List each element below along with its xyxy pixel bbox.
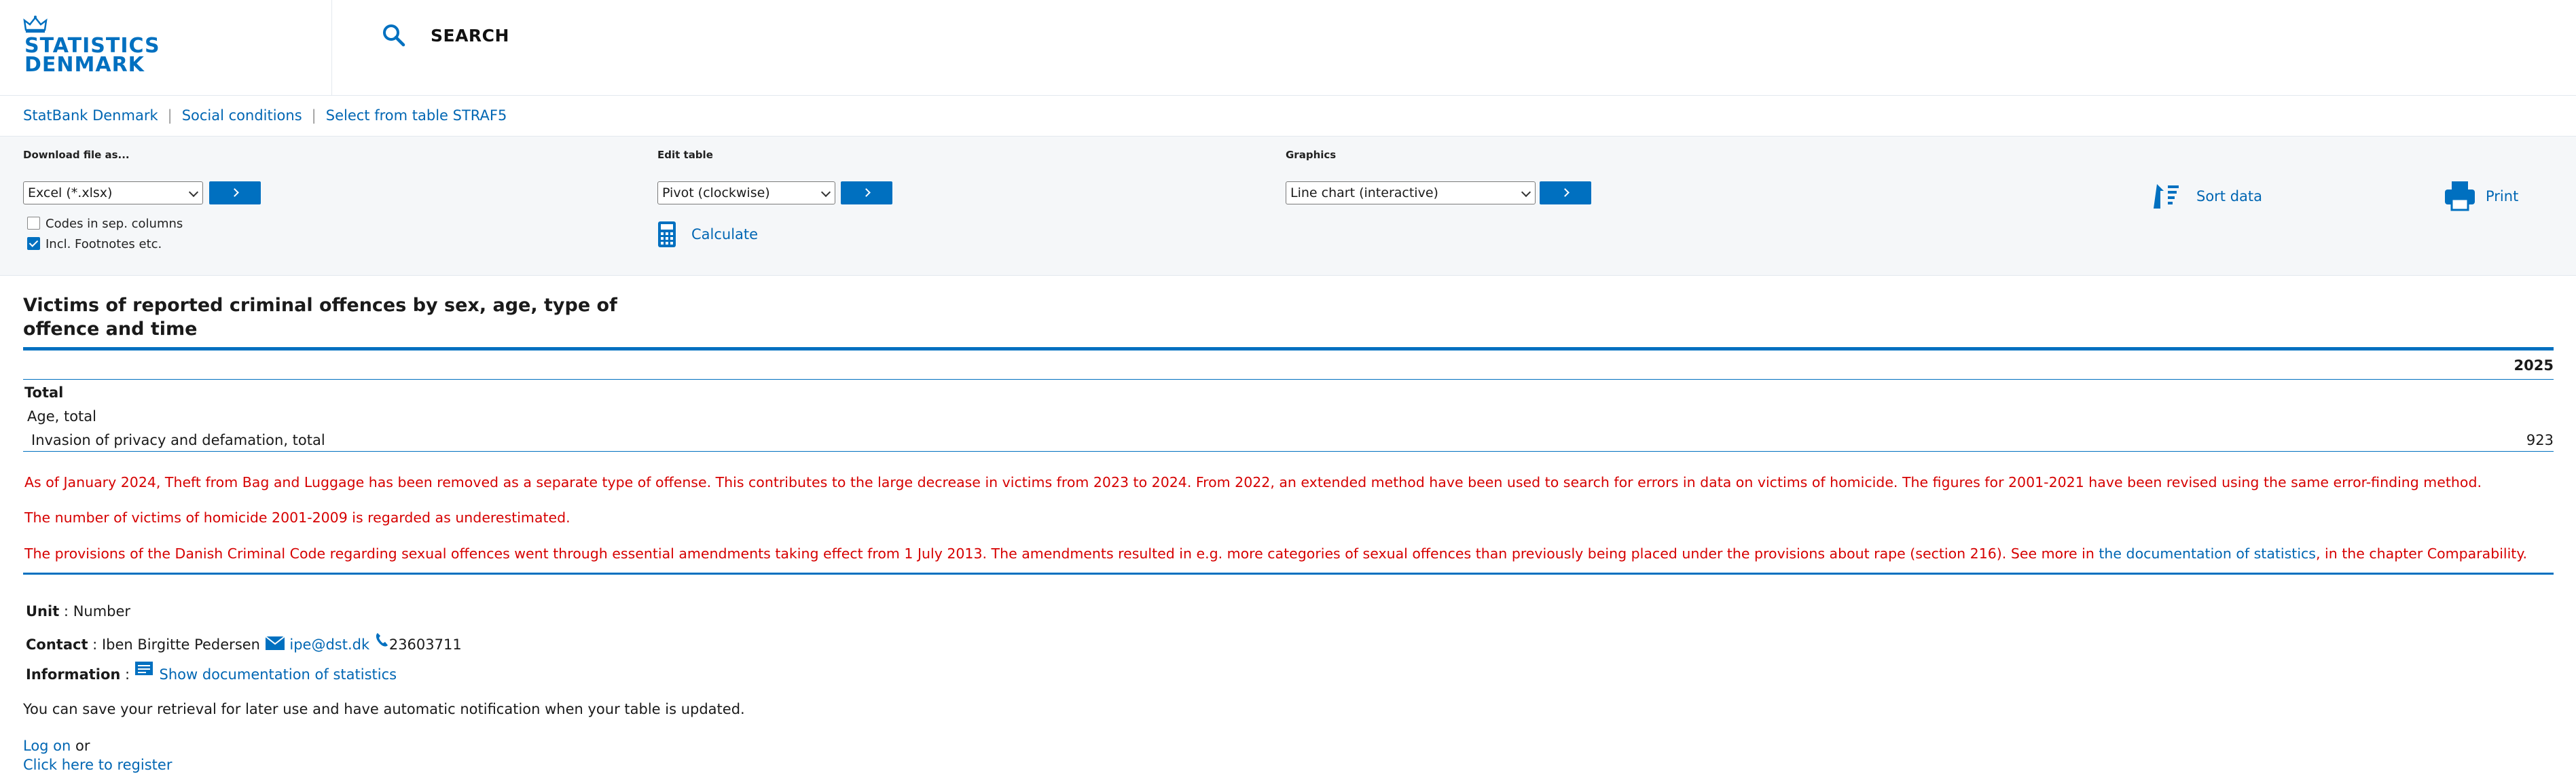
codes-checkbox-box[interactable] [27, 217, 40, 230]
crown-icon [23, 16, 48, 33]
information-label: Information [26, 666, 121, 683]
save-retrieval-text: You can save your retrieval for later us… [23, 701, 745, 717]
search-button[interactable]: SEARCH [431, 26, 509, 46]
contact-line: Contact : Iben Birgitte Pedersen ipe@dst… [26, 632, 462, 653]
row-header-age: Age, total [27, 408, 96, 425]
unit-value: Number [73, 603, 131, 619]
download-format-value: Excel (*.xlsx) [28, 185, 113, 200]
table-toolbar: Download file as... Excel (*.xlsx) Codes… [0, 136, 2576, 276]
chevron-down-icon [188, 187, 199, 198]
footnote-2: The number of victims of homicide 2001-2… [24, 509, 570, 526]
header-divider [331, 0, 332, 95]
table-title: Victims of reported criminal offences by… [23, 295, 617, 340]
breadcrumb: StatBank Denmark | Social conditions | Selec… [23, 107, 507, 124]
register-link[interactable]: Click here to register [23, 757, 172, 773]
breadcrumb-statbank[interactable]: StatBank Denmark [23, 107, 158, 124]
codes-checkbox[interactable]: Codes in sep. columns [27, 217, 183, 231]
edit-table-value: Pivot (clockwise) [662, 185, 770, 200]
footnote-3-tail: , in the chapter Comparability. [2315, 545, 2528, 562]
contact-label: Contact [26, 636, 88, 653]
breadcrumb-select-table[interactable]: Select from table STRAF5 [326, 107, 507, 124]
column-header-year: 2025 [2514, 357, 2554, 374]
phone-icon [376, 633, 388, 647]
chevron-down-icon [1521, 187, 1531, 198]
breadcrumb-separator: | [311, 107, 316, 124]
information-line: Information : Show documentation of stat… [26, 660, 397, 683]
table-cell-value: 923 [2526, 432, 2554, 448]
download-format-select[interactable]: Excel (*.xlsx) [23, 181, 203, 204]
table-top-rule [23, 347, 2554, 350]
documentation-link[interactable]: the documentation of statistics [2099, 545, 2316, 562]
notes-bottom-rule [23, 573, 2554, 575]
show-documentation-link[interactable]: Show documentation of statistics [159, 666, 397, 683]
footnote-3: The provisions of the Danish Criminal Co… [24, 545, 2527, 562]
table-header-rule [23, 379, 2554, 380]
edit-go-button[interactable] [841, 181, 892, 204]
footnote-1: As of January 2024, Theft from Bag and L… [24, 474, 2482, 490]
contact-phone: 23603711 [388, 636, 462, 653]
graphics-value: Line chart (interactive) [1290, 185, 1438, 200]
graphics-select[interactable]: Line chart (interactive) [1286, 181, 1536, 204]
edit-table-select[interactable]: Pivot (clockwise) [657, 181, 835, 204]
logon-line: Log on or [23, 738, 90, 754]
logon-link[interactable]: Log on [23, 738, 71, 754]
graphics-go-button[interactable] [1540, 181, 1591, 204]
breadcrumb-separator: | [167, 107, 173, 124]
edit-table-label: Edit table [657, 149, 713, 161]
download-label: Download file as... [23, 149, 130, 161]
site-header: STATISTICS DENMARK SEARCH [0, 0, 2576, 96]
print-link[interactable]: Print [2486, 188, 2518, 204]
calculator-icon[interactable] [657, 221, 676, 248]
footnotes-checkbox-box[interactable] [27, 237, 40, 250]
documentation-icon [134, 662, 153, 675]
chevron-down-icon [820, 187, 831, 198]
email-icon [265, 636, 285, 650]
footnotes-checkbox-label: Incl. Footnotes etc. [46, 237, 162, 251]
row-header-total: Total [24, 384, 64, 401]
contact-email-link[interactable]: ipe@dst.dk [289, 636, 369, 653]
codes-checkbox-label: Codes in sep. columns [46, 217, 183, 231]
search-icon[interactable] [382, 23, 406, 48]
contact-name: Iben Birgitte Pedersen [101, 636, 260, 653]
print-icon[interactable] [2444, 180, 2476, 211]
footnotes-checkbox[interactable]: Incl. Footnotes etc. [27, 237, 162, 251]
breadcrumb-social-conditions[interactable]: Social conditions [182, 107, 302, 124]
unit-line: Unit : Number [26, 603, 131, 619]
logo-text-line2: DENMARK [24, 53, 145, 77]
footnote-3-text: The provisions of the Danish Criminal Co… [24, 545, 2099, 562]
sort-icon[interactable] [2152, 181, 2180, 211]
table-body-rule [23, 451, 2554, 452]
statistics-denmark-logo[interactable]: STATISTICS DENMARK [23, 15, 160, 77]
graphics-label: Graphics [1286, 149, 1337, 161]
calculate-link[interactable]: Calculate [691, 226, 758, 242]
row-header-offence: Invasion of privacy and defamation, tota… [31, 432, 325, 448]
register-line: Click here to register [23, 757, 172, 773]
download-go-button[interactable] [209, 181, 261, 204]
logon-or: or [75, 738, 90, 754]
unit-label: Unit [26, 603, 60, 619]
sort-data-link[interactable]: Sort data [2196, 188, 2262, 204]
